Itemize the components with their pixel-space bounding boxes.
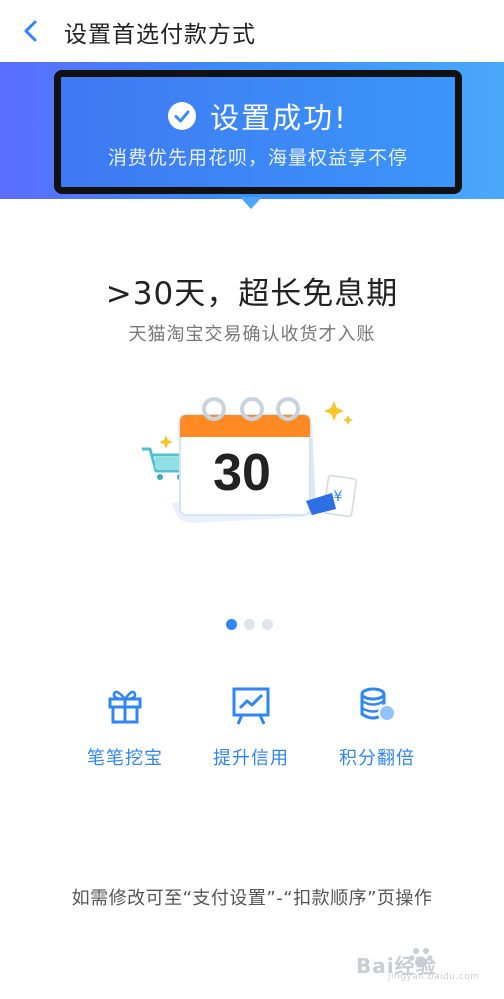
footer-note: 如需修改可至“支付设置”-“扣款顺序”页操作: [71, 888, 433, 909]
chart-board-icon: [232, 687, 270, 725]
back-button[interactable]: [14, 14, 48, 48]
success-banner: 设置成功! 消费优先用花呗，海量权益享不停: [54, 70, 462, 194]
feature-dig-treasure[interactable]: 笔笔挖宝: [65, 684, 185, 770]
feature-double-points[interactable]: 积分翻倍: [317, 684, 437, 770]
nav-bar: 设置首选付款方式: [0, 0, 504, 62]
chevron-left-icon: [24, 20, 37, 42]
feature-label: 积分翻倍: [339, 748, 415, 769]
page-title: 设置首选付款方式: [64, 22, 256, 48]
gift-icon: [108, 690, 142, 724]
feature-improve-credit[interactable]: 提升信用: [191, 684, 311, 770]
carousel-dot-1[interactable]: [226, 619, 237, 630]
feature-label: 提升信用: [213, 748, 289, 769]
check-circle-icon: [168, 102, 197, 130]
success-subtitle: 消费优先用花呗，海量权益享不停: [107, 147, 408, 169]
feature-label: 笔笔挖宝: [87, 748, 163, 769]
promo-headline: >30天，超长免息期: [105, 276, 399, 312]
carousel-dot-3[interactable]: [262, 619, 273, 630]
currency-symbol: ¥: [334, 489, 343, 505]
calendar-number: 30: [213, 444, 271, 502]
coins-icon: [360, 687, 396, 722]
banner-pointer: [240, 197, 262, 209]
success-title: 设置成功!: [210, 101, 348, 135]
carousel-dot-2[interactable]: [244, 619, 255, 630]
feature-list: 笔笔挖宝 提升信用 积分翻倍: [0, 684, 504, 774]
carousel-indicator: [226, 619, 282, 631]
watermark: Bai经验 jingyan.baidu.com: [356, 944, 496, 984]
promo-subline: 天猫淘宝交易确认收货才入账: [128, 324, 376, 345]
calendar-illustration: 30 ¥: [142, 397, 357, 524]
watermark-sub: jingyan.baidu.com: [388, 972, 480, 982]
